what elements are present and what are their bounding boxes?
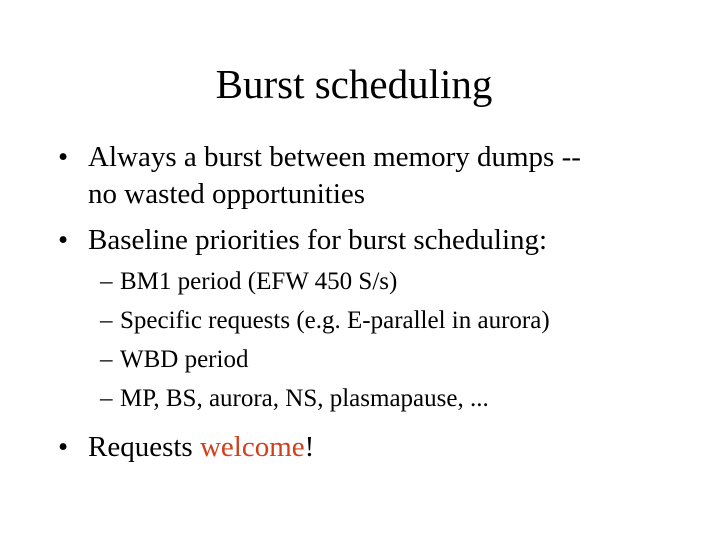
bullet-text: Always a burst between memory dumps -- — [88, 141, 581, 173]
sub-item-text: MP, BS, aurora, NS, plasmapause, ... — [120, 385, 489, 412]
exclamation-text: ! — [304, 431, 315, 463]
sub-item-text: Specific requests (e.g. E-parallel in au… — [120, 307, 550, 334]
dash-marker: – — [100, 385, 113, 412]
welcome-highlight: welcome — [199, 431, 305, 463]
bullet-marker: • — [58, 141, 69, 173]
dash-marker: – — [100, 307, 113, 334]
slide-title: Burst scheduling — [215, 61, 493, 107]
bullet-text: no wasted opportunities — [88, 178, 366, 210]
sub-item-text: BM1 period (EFW 450 S/s) — [120, 268, 398, 295]
dash-marker: – — [100, 346, 113, 373]
sub-item-text: WBD period — [120, 346, 249, 373]
dash-marker: – — [100, 268, 113, 295]
bullet-text: Requests welcome! — [88, 430, 314, 465]
bullet-marker: • — [58, 431, 69, 463]
bullet-marker: • — [58, 224, 69, 256]
requests-text: Requests — [88, 431, 200, 463]
bullet-text: Baseline priorities for burst scheduling… — [88, 224, 548, 256]
